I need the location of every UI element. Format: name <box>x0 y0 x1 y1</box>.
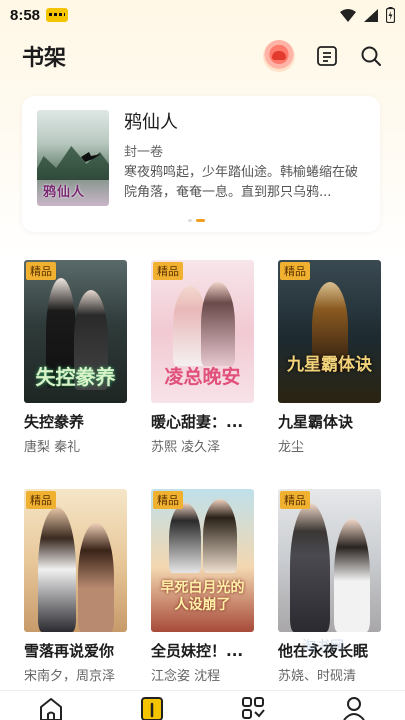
carousel-indicator <box>188 219 205 222</box>
featured-book-title: 鸦仙人 <box>124 112 178 133</box>
book-cover: 精品 凌总晚安 <box>151 260 254 403</box>
book-item[interactable]: 精品 凌总晚安 暖心甜妻：... 苏熙 凌久泽 <box>151 260 254 455</box>
book-cover: 精品 <box>24 489 127 632</box>
featured-cover-caption: 鸦仙人 <box>43 185 86 200</box>
book-author: 江念姿 沈程 <box>151 669 221 684</box>
book-cover: 精品 失控豢养 <box>24 260 127 403</box>
premium-tag: 精品 <box>153 262 183 280</box>
wifi-icon <box>340 8 356 22</box>
book-title: 暖心甜妻：... <box>151 413 244 431</box>
header: 书架 <box>0 36 405 76</box>
cover-art-title: 九星霸体诀 <box>287 355 372 375</box>
book-cover: 精品 早死白月光的人设崩了 <box>151 489 254 632</box>
book-title: 雪落再说爱你 <box>24 642 115 660</box>
page-title: 书架 <box>22 46 67 71</box>
nav-bookshelf[interactable] <box>137 695 167 720</box>
premium-tag: 精品 <box>26 491 56 509</box>
app-notification-icon <box>46 8 69 22</box>
status-bar: 8:58 <box>0 0 405 30</box>
signal-icon <box>364 8 378 22</box>
book-title: 全员妹控！... <box>151 642 244 660</box>
cover-art-title: 失控豢养 <box>35 365 116 389</box>
book-cover: 精品 九星霸体诀 <box>278 260 381 403</box>
book-author: 龙尘 <box>278 440 305 455</box>
featured-book-author: 封一卷 <box>124 145 164 160</box>
premium-tag: 精品 <box>280 262 310 280</box>
book-cover: 精品 <box>278 489 381 632</box>
nav-category[interactable] <box>238 695 268 720</box>
book-title: 失控豢养 <box>24 413 85 431</box>
book-title: 九星霸体诀 <box>278 413 354 431</box>
list-icon <box>317 46 337 66</box>
book-author: 苏熙 凌久泽 <box>151 440 221 455</box>
featured-book-description: 寒夜鸦鸣起，少年踏仙途。韩榆蜷缩在破院角落，奄奄一息。直到那只乌鸦... <box>124 165 359 200</box>
search-icon <box>361 46 381 66</box>
book-item[interactable]: 精品 失控豢养 失控豢养 唐梨 秦礼 <box>24 260 127 455</box>
reward-icon[interactable] <box>263 40 295 72</box>
status-time: 8:58 <box>10 6 41 24</box>
cover-art-title: 凌总晚安 <box>164 366 241 388</box>
book-author: 苏娆、时砚清 <box>278 669 357 684</box>
status-indicators <box>340 7 395 23</box>
bottom-nav <box>0 690 405 720</box>
cover-art-title: 早死白月光的人设崩了 <box>160 580 245 613</box>
book-author: 唐梨 秦礼 <box>24 440 81 455</box>
nav-profile[interactable] <box>339 695 369 720</box>
watermark: 淘书网 <box>302 639 344 655</box>
nav-home[interactable] <box>36 695 66 720</box>
book-item[interactable]: 精品 早死白月光的人设崩了 全员妹控！... 江念姿 沈程 <box>151 489 254 684</box>
book-author: 宋南夕，周京泽 <box>24 669 116 684</box>
category-icon <box>242 697 265 719</box>
reading-history-button[interactable] <box>315 44 339 68</box>
search-button[interactable] <box>359 44 383 68</box>
premium-tag: 精品 <box>280 491 310 509</box>
featured-book-card[interactable]: 鸦仙人 鸦仙人 封一卷 寒夜鸦鸣起，少年踏仙途。韩榆蜷缩在破院角落，奄奄一息。直… <box>22 96 380 232</box>
bookshelf-icon <box>140 697 163 720</box>
book-item[interactable]: 精品 雪落再说爱你 宋南夕，周京泽 <box>24 489 127 684</box>
featured-book-cover: 鸦仙人 <box>37 110 109 206</box>
premium-tag: 精品 <box>153 491 183 509</box>
premium-tag: 精品 <box>26 262 56 280</box>
carousel-dot-active <box>196 219 205 222</box>
header-actions <box>263 40 383 72</box>
book-item[interactable]: 精品 九星霸体诀 九星霸体诀 龙尘 <box>278 260 381 455</box>
carousel-dot <box>188 219 192 222</box>
profile-icon <box>343 697 366 720</box>
battery-icon <box>386 7 395 23</box>
home-icon <box>39 698 62 720</box>
